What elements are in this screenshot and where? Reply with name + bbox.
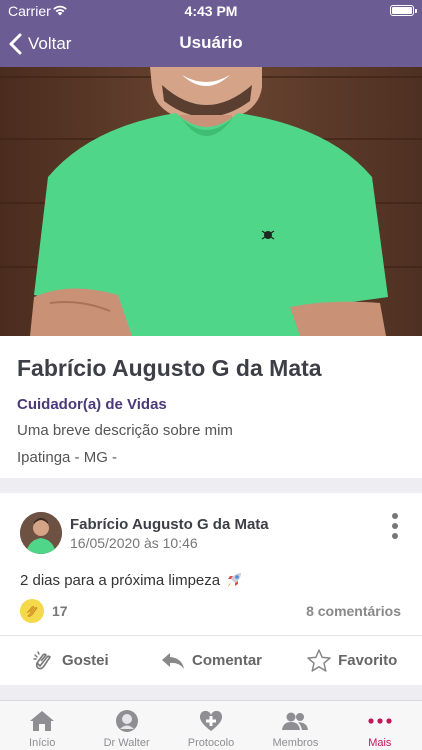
favorite-label: Favorito [338, 652, 398, 669]
like-label: Gostei [61, 652, 109, 669]
more-dots-icon [368, 718, 392, 724]
tab-dr-walter[interactable]: Dr Walter [84, 701, 168, 750]
like-button[interactable]: Gostei [0, 636, 141, 685]
profile-role: Cuidador(a) de Vidas [17, 396, 167, 413]
tab-label: Membros [272, 737, 319, 749]
tab-label: Início [29, 737, 56, 749]
star-icon [307, 648, 331, 672]
profile-location: Ipatinga - MG - [17, 449, 118, 466]
status-bar: Carrier 4:43 PM [0, 0, 422, 22]
tab-protocolo[interactable]: Protocolo [169, 701, 253, 750]
reply-icon [162, 652, 184, 669]
nav-bar: Voltar Usuário [0, 22, 422, 66]
post-actions: Gostei Comentar Favorito [0, 636, 422, 685]
profile-cover-photo [0, 67, 422, 336]
clap-reaction-icon [20, 599, 44, 623]
tab-inicio[interactable]: Início [0, 701, 84, 750]
navigation-header: Carrier 4:43 PM Voltar Usuário [0, 0, 422, 67]
profile-card: Fabrício Augusto G da Mata Cuidador(a) d… [0, 336, 422, 478]
tab-bar: Início Dr Walter Protocolo Membros Mais [0, 700, 422, 750]
profile-description: Uma breve descrição sobre mim [17, 422, 233, 439]
avatar[interactable] [20, 512, 62, 554]
post-card: Fabrício Augusto G da Mata 16/05/2020 às… [0, 493, 422, 685]
post-text: 2 dias para a próxima limpeza [20, 570, 244, 590]
rocket-icon [227, 573, 242, 587]
tab-label: Dr Walter [103, 737, 150, 749]
post-author[interactable]: Fabrício Augusto G da Mata [70, 516, 269, 533]
tab-membros[interactable]: Membros [253, 701, 337, 750]
members-icon [282, 712, 309, 730]
doctor-avatar-icon [115, 710, 138, 732]
comment-label: Comentar [192, 652, 263, 669]
comment-button[interactable]: Comentar [141, 636, 282, 685]
favorite-button[interactable]: Favorito [281, 636, 422, 685]
post-options-icon[interactable] [390, 513, 400, 539]
clap-icon [33, 650, 51, 669]
profile-photo-illustration [0, 67, 422, 336]
tab-label: Protocolo [187, 737, 235, 749]
status-time: 4:43 PM [184, 3, 238, 19]
tab-label: Mais [368, 737, 392, 749]
post-date: 16/05/2020 às 10:46 [70, 535, 198, 551]
reaction-count: 17 [52, 603, 68, 619]
heart-plus-icon [199, 710, 223, 731]
home-icon [30, 711, 55, 731]
tab-mais[interactable]: Mais [338, 701, 422, 750]
page-title: Usuário [179, 33, 243, 52]
post-text-content: 2 dias para a próxima limpeza [20, 571, 221, 589]
profile-name: Fabrício Augusto G da Mata [17, 355, 322, 381]
comments-count[interactable]: 8 comentários [306, 603, 401, 619]
battery-icon [390, 5, 417, 16]
